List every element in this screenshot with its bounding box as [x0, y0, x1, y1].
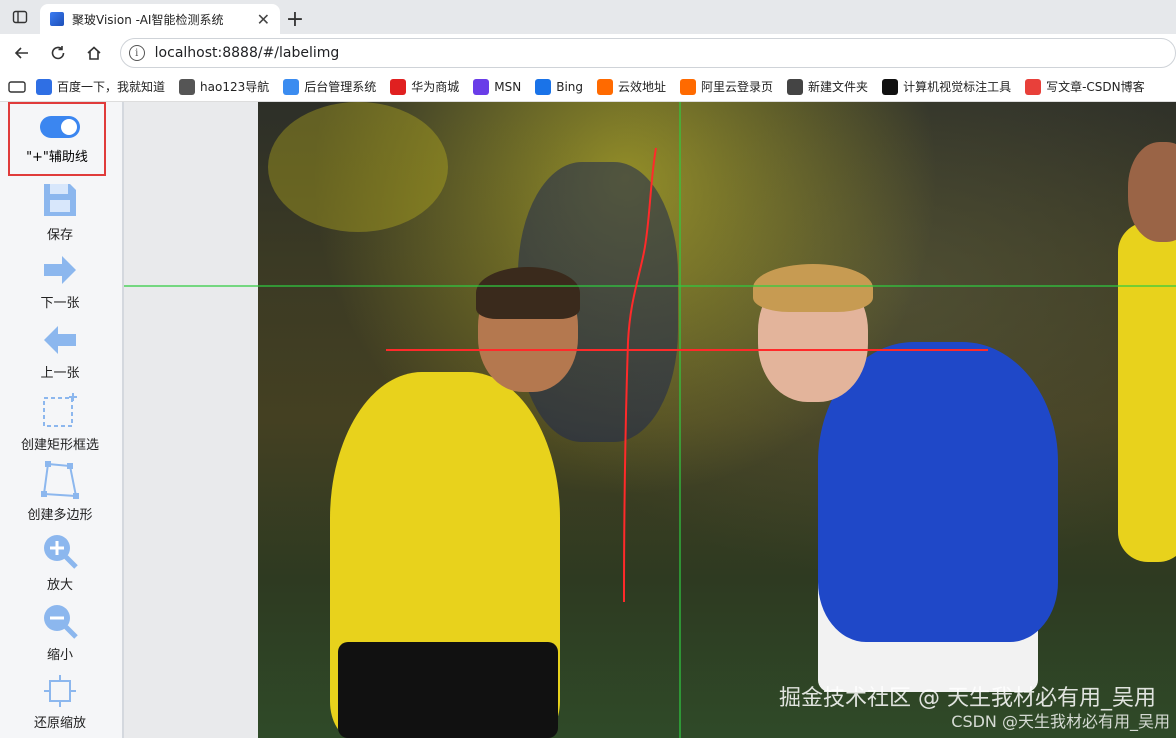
- csdn-watermark: CSDN @天生我材必有用_吴用: [951, 712, 1170, 731]
- create-rectangle-button[interactable]: 创建矩形框选: [0, 392, 120, 453]
- bookmark-label: Bing: [556, 79, 584, 94]
- tab-actions-button[interactable]: [0, 0, 40, 34]
- zoom-out-icon: [44, 605, 78, 639]
- bookmark-item[interactable]: hao123导航: [179, 78, 269, 95]
- create-polygon-label: 创建多边形: [27, 508, 93, 523]
- save-button[interactable]: 保存: [0, 180, 120, 243]
- guide-line-switch[interactable]: [40, 116, 80, 138]
- window-icon: [12, 10, 28, 24]
- address-bar: i localhost:8888/#/labelimg: [0, 34, 1176, 72]
- bookmark-item[interactable]: 百度一下，我就知道: [36, 78, 165, 95]
- site-info-icon[interactable]: i: [128, 45, 145, 61]
- zoom-out-button[interactable]: 缩小: [0, 602, 120, 663]
- bookmark-item[interactable]: 华为商城: [390, 78, 459, 95]
- new-tab-button[interactable]: +: [280, 4, 310, 34]
- url-input[interactable]: i localhost:8888/#/labelimg: [119, 38, 1176, 68]
- guide-line-toggle-box: "+"辅助线: [8, 102, 106, 176]
- switch-knob: [61, 119, 77, 135]
- bookmark-label: hao123导航: [200, 80, 270, 94]
- save-icon: [44, 184, 76, 216]
- reload-icon: [51, 46, 65, 60]
- folder-icon: [787, 78, 804, 95]
- bookmark-label: MSN: [494, 79, 522, 94]
- aliyun-icon: [680, 78, 697, 95]
- site-favicon-icon: [50, 12, 64, 26]
- home-icon: [87, 46, 101, 60]
- vertical-annotation-line: [623, 147, 657, 603]
- tab-title: 聚玻Vision -AI智能检测系统: [72, 12, 224, 27]
- bookmark-label: 新建文件夹: [808, 80, 869, 94]
- polygon-icon: [41, 461, 79, 499]
- bookmark-label: 华为商城: [411, 80, 460, 94]
- reading-list-icon[interactable]: [8, 80, 26, 94]
- tool-icon: [882, 78, 899, 95]
- bookmarks-bar: 百度一下，我就知道 hao123导航 后台管理系统 华为商城 MSN Bing 云效地址 阿里…: [0, 72, 1176, 102]
- annotation-overlay: [124, 102, 1176, 738]
- home-button[interactable]: [78, 37, 110, 69]
- bookmark-item[interactable]: 计算机视觉标注工具: [882, 78, 1011, 95]
- search-icon: [535, 78, 552, 95]
- next-image-label: 下一张: [40, 296, 80, 311]
- previous-image-label: 上一张: [40, 366, 80, 381]
- zoom-in-button[interactable]: 放大: [0, 532, 120, 593]
- create-rectangle-label: 创建矩形框选: [20, 438, 99, 453]
- bookmark-label: 云效地址: [618, 80, 667, 94]
- zoom-in-icon: [44, 535, 78, 569]
- bookmark-item[interactable]: 云效地址: [597, 78, 666, 95]
- next-image-button[interactable]: 下一张: [0, 252, 120, 311]
- zoom-out-label: 缩小: [46, 648, 73, 663]
- back-button[interactable]: [6, 37, 38, 69]
- zoom-in-label: 放大: [46, 578, 73, 593]
- bookmark-label: 计算机视觉标注工具: [903, 80, 1012, 94]
- arrow-left-icon: [44, 326, 76, 354]
- rectangle-add-icon: [43, 393, 77, 427]
- create-polygon-button[interactable]: 创建多边形: [0, 460, 120, 523]
- bookmark-item[interactable]: 后台管理系统: [283, 78, 376, 95]
- close-tab-icon[interactable]: ✕: [257, 10, 270, 29]
- reload-button[interactable]: [42, 37, 74, 69]
- globe-icon: [179, 78, 196, 95]
- bookmark-label: 写文章-CSDN博客: [1046, 80, 1145, 94]
- bookmark-label: 阿里云登录页: [701, 80, 774, 94]
- back-arrow-icon: [14, 47, 28, 59]
- bookmark-label: 百度一下，我就知道: [57, 80, 166, 94]
- zoom-reset-icon: [44, 675, 76, 707]
- previous-image-button[interactable]: 上一张: [0, 322, 120, 381]
- msn-icon: [473, 78, 490, 95]
- browser-tab[interactable]: 聚玻Vision -AI智能检测系统 ✕: [40, 4, 280, 34]
- reset-zoom-button[interactable]: 还原缩放: [0, 674, 120, 731]
- bookmark-label: 后台管理系统: [304, 80, 377, 94]
- aliyun-icon: [597, 78, 614, 95]
- save-label: 保存: [46, 228, 73, 243]
- tool-sidebar: "+"辅助线 保存 下一张 上一张 创建矩形框选 创建多边形 放大 缩小 还原缩…: [0, 102, 124, 738]
- bookmark-item[interactable]: MSN: [473, 78, 522, 95]
- url-text: localhost:8888/#/labelimg: [154, 45, 340, 61]
- arrow-right-icon: [44, 256, 76, 284]
- bookmark-item[interactable]: 写文章-CSDN博客: [1025, 78, 1145, 95]
- baidu-icon: [36, 78, 52, 95]
- huawei-icon: [390, 78, 407, 95]
- app-icon: [283, 78, 300, 95]
- tab-bar: 聚玻Vision -AI智能检测系统 ✕ +: [0, 0, 1176, 34]
- guide-line-label: "+"辅助线: [26, 150, 88, 165]
- bookmark-item[interactable]: 新建文件夹: [787, 78, 868, 95]
- annotation-canvas[interactable]: 掘金技术社区 @ 天生我材必有用_吴用 CSDN @天生我材必有用_吴用: [124, 102, 1176, 738]
- bookmark-item[interactable]: 阿里云登录页: [680, 78, 773, 95]
- bookmark-item[interactable]: Bing: [535, 78, 584, 95]
- csdn-icon: [1025, 78, 1042, 95]
- reset-zoom-label: 还原缩放: [33, 716, 86, 731]
